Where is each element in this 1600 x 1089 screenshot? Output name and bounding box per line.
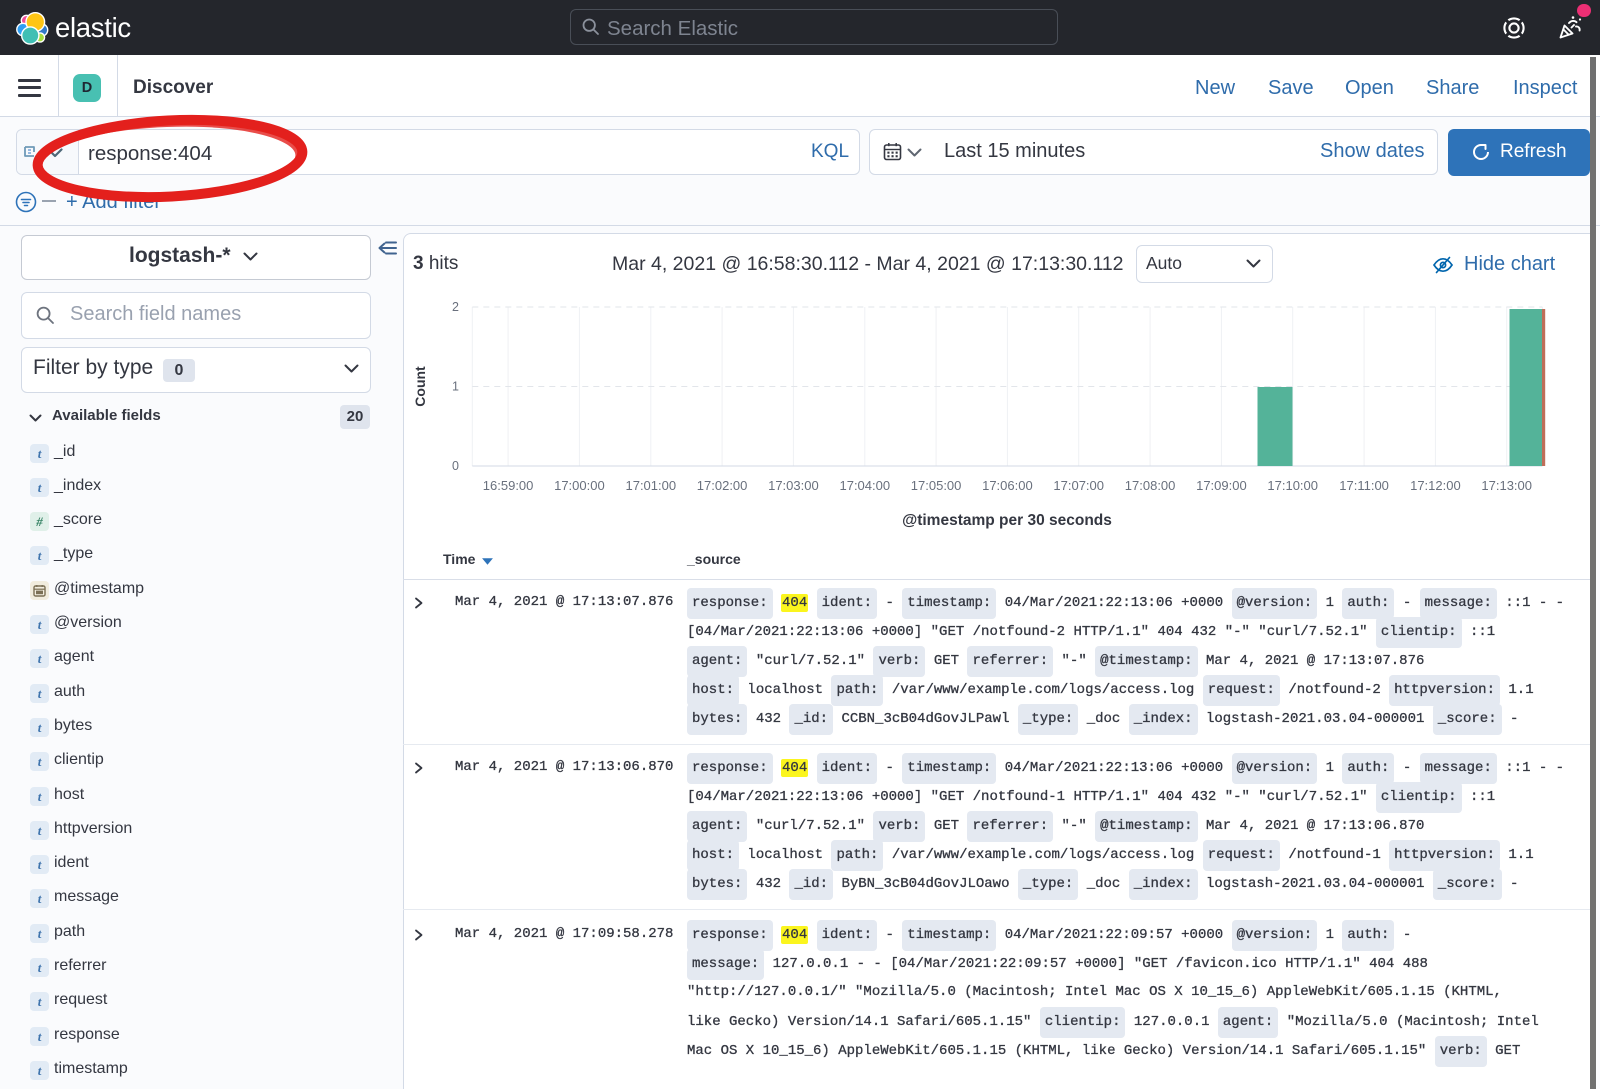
svg-text:1: 1 — [452, 380, 459, 394]
svg-text:Count: Count — [412, 366, 428, 407]
svg-text:17:11:00: 17:11:00 — [1339, 478, 1389, 493]
svg-text:17:02:00: 17:02:00 — [697, 478, 748, 493]
svg-text:@timestamp per 30 seconds: @timestamp per 30 seconds — [902, 512, 1112, 529]
svg-text:17:09:00: 17:09:00 — [1196, 478, 1247, 493]
svg-text:17:05:00: 17:05:00 — [911, 478, 962, 493]
svg-text:17:06:00: 17:06:00 — [982, 478, 1033, 493]
svg-text:17:04:00: 17:04:00 — [839, 478, 890, 493]
svg-text:0: 0 — [452, 459, 459, 473]
svg-text:17:01:00: 17:01:00 — [625, 478, 676, 493]
svg-text:17:13:00: 17:13:00 — [1481, 478, 1532, 493]
svg-text:17:12:00: 17:12:00 — [1410, 478, 1461, 493]
svg-text:2: 2 — [452, 300, 459, 314]
svg-text:17:00:00: 17:00:00 — [554, 478, 605, 493]
svg-text:16:59:00: 16:59:00 — [483, 478, 534, 493]
svg-text:17:07:00: 17:07:00 — [1053, 478, 1104, 493]
svg-text:17:10:00: 17:10:00 — [1267, 478, 1318, 493]
svg-text:17:03:00: 17:03:00 — [768, 478, 819, 493]
svg-text:17:08:00: 17:08:00 — [1125, 478, 1176, 493]
